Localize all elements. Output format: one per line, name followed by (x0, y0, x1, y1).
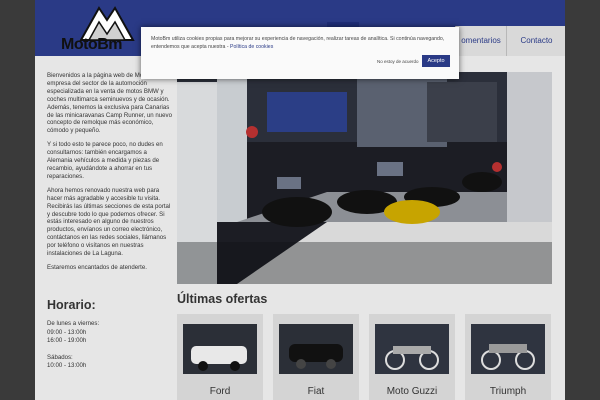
offer-name[interactable]: Triumph (465, 386, 551, 397)
offer-card[interactable]: Triumph (465, 314, 551, 400)
intro-text: Bienvenidos a la página web de MotoBm em… (47, 72, 173, 278)
saturday-hours: 10:00 - 13:00h (47, 362, 87, 369)
offer-photo[interactable] (375, 324, 449, 374)
weekday-am: 09:00 - 13:00h (47, 328, 87, 336)
cookie-text: MotoBm utiliza cookies propias para mejo… (151, 36, 445, 50)
offer-card[interactable]: Ford (177, 314, 263, 400)
offer-card[interactable]: Fiat (273, 314, 359, 400)
offer-name[interactable]: Fiat (273, 386, 359, 397)
cookie-accept-button[interactable]: Acepto (422, 55, 450, 67)
cookie-banner: MotoBm utiliza cookies propias para mejo… (141, 27, 459, 79)
intro-paragraph: Y si todo esto te parece poco, no dudes … (47, 141, 163, 180)
offers-title: Últimas ofertas (177, 292, 268, 306)
offer-name[interactable]: Ford (177, 386, 263, 397)
offer-photo[interactable] (279, 324, 353, 374)
offer-card[interactable]: Moto Guzzi (369, 314, 455, 400)
nav-item-comments[interactable]: omentarios (455, 26, 506, 56)
hours-title: Horario: (47, 298, 96, 312)
showroom-photo (177, 72, 552, 284)
offer-photo[interactable] (183, 324, 257, 374)
hours-list: De lunes a viernes: 09:00 - 13:00h 16:00… (47, 320, 99, 371)
logo-text: MotoBm (61, 36, 122, 53)
intro-paragraph: Bienvenidos a la página web de MotoBm em… (47, 72, 172, 135)
saturday-label: Sábados: (47, 353, 73, 361)
offer-name[interactable]: Moto Guzzi (369, 386, 455, 397)
nav-item-contact[interactable]: Contacto (506, 26, 565, 56)
intro-paragraph: Ahora hemos renovado nuestra web para ha… (47, 186, 171, 258)
weekday-label: De lunes a viernes: (47, 320, 100, 327)
intro-paragraph: Estaremos encantados de atenderte. (47, 263, 147, 271)
weekday-pm: 16:00 - 19:00h (47, 337, 87, 344)
cookie-message: MotoBm utiliza cookies propias para mejo… (151, 35, 451, 51)
offer-photo[interactable] (471, 324, 545, 374)
cookie-reject-link[interactable]: No estoy de acuerdo (377, 59, 419, 64)
cookie-policy-link[interactable]: Política de cookies (230, 44, 273, 50)
